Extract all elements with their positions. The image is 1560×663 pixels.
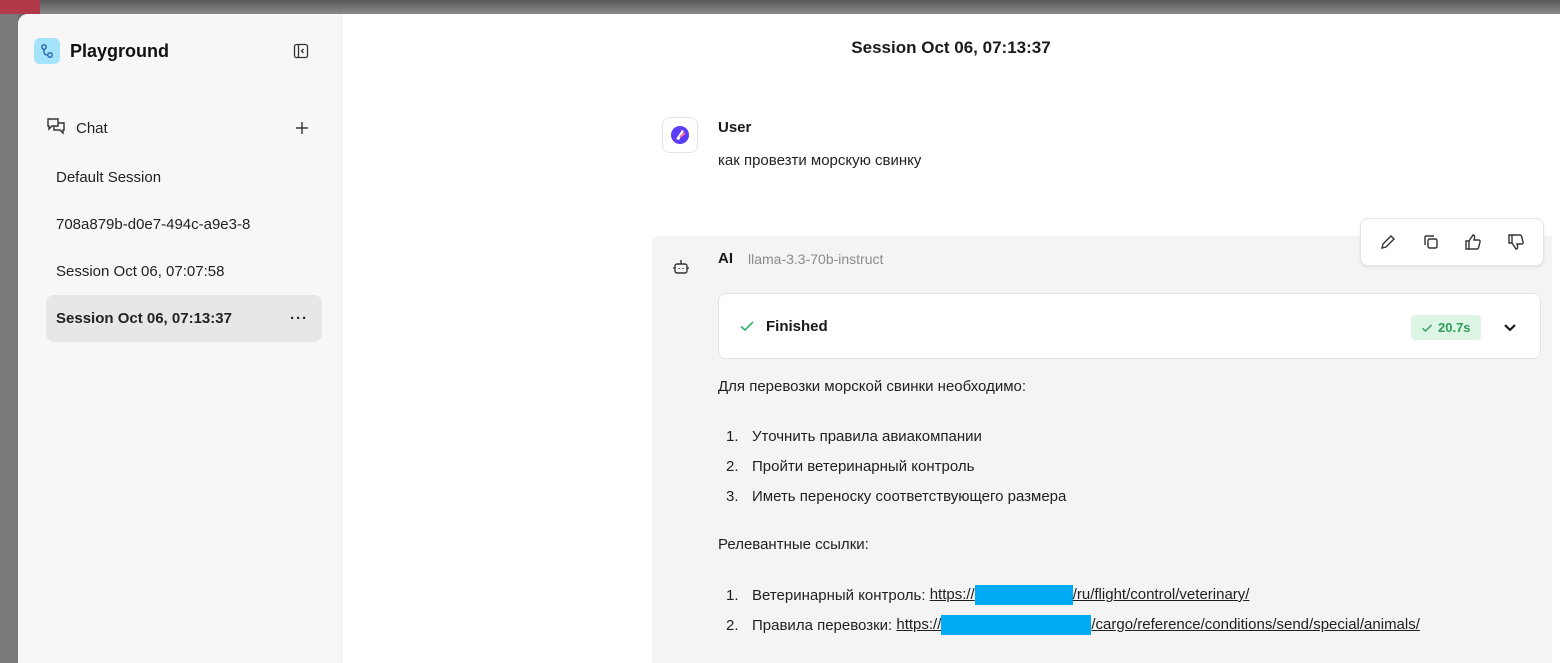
session-item[interactable]: Session Oct 06, 07:07:58 [46, 248, 322, 295]
session-label: Default Session [56, 169, 162, 186]
list-number: 2. [726, 616, 739, 634]
chevron-down-icon[interactable] [1500, 317, 1520, 337]
brand-title: Playground [70, 40, 170, 61]
status-label: Finished [766, 318, 828, 335]
user-message-text: как провезти морскую свинку [718, 152, 922, 169]
link-suffix: /cargo/reference/conditions/send/special… [1091, 615, 1420, 633]
edit-icon[interactable] [1376, 230, 1400, 254]
page-title: Session Oct 06, 07:13:37 [851, 38, 1051, 57]
reasoning-status-card[interactable]: Finished 20.7s [718, 293, 1541, 359]
session-label: 708a879b-d0e7-494c-a9e3-8 [56, 216, 251, 233]
avatar-icon [662, 117, 698, 153]
link-prefix: https:// [896, 615, 942, 633]
sidebar: Playground Chat Default Session 708a879b… [18, 14, 342, 663]
list-text: Пройти ветеринарный контроль [752, 457, 975, 475]
workflow-icon [34, 38, 60, 64]
ai-author: AI [718, 250, 733, 267]
redacted-domain [974, 585, 1073, 605]
session-list: Default Session 708a879b-d0e7-494c-a9e3-… [46, 154, 322, 342]
link-prefix: https:// [929, 585, 975, 603]
duration-value: 20.7s [1438, 320, 1471, 335]
browser-top-strip [0, 0, 1560, 14]
session-item[interactable]: Default Session [46, 154, 322, 201]
check-icon [739, 318, 755, 339]
session-label: Session Oct 06, 07:07:58 [56, 263, 225, 280]
link-suffix: /ru/flight/control/veterinary/ [1072, 585, 1250, 603]
brand: Playground [34, 38, 169, 64]
message-toolbar [1360, 218, 1544, 266]
list-number: 1. [726, 427, 739, 445]
more-icon[interactable]: ··· [290, 310, 308, 327]
cargo-rules-link[interactable]: https:// /cargo/reference/conditions/send… [896, 615, 1420, 635]
link-label: Правила перевозки: [752, 616, 893, 634]
link-label: Ветеринарный контроль: [752, 586, 926, 604]
chat-section-header: Chat [46, 116, 312, 140]
session-item-active[interactable]: Session Oct 06, 07:13:37 ··· [46, 295, 322, 342]
redacted-domain [941, 615, 1092, 635]
bot-icon [670, 256, 692, 278]
browser-tab-accent [0, 0, 40, 14]
steps-list: 1. Уточнить правила авиакомпании 2. Пройти… [718, 421, 1548, 511]
thumbs-down-icon[interactable] [1504, 230, 1528, 254]
backdrop-edge [0, 14, 18, 663]
duration-badge: 20.7s [1411, 315, 1481, 340]
list-number: 2. [726, 457, 739, 475]
list-number: 1. [726, 586, 739, 604]
chat-icon [46, 117, 66, 140]
veterinary-link[interactable]: https:// /ru/flight/control/veterinary/ [929, 585, 1250, 605]
list-item: 3. Иметь переноску соответствующего разме… [718, 481, 1548, 511]
links-list: 1. Ветеринарный контроль: https:// /ru/fl… [718, 580, 1548, 640]
sidebar-collapse-icon[interactable] [291, 41, 311, 61]
chat-main: Session Oct 06, 07:13:37 User как провез… [342, 14, 1560, 663]
session-label: Session Oct 06, 07:13:37 [56, 310, 232, 327]
plus-icon [296, 122, 308, 134]
list-number: 3. [726, 487, 739, 505]
copy-icon[interactable] [1419, 230, 1443, 254]
list-item: 2. Правила перевозки: https:// /cargo/ref… [718, 610, 1548, 640]
answer-intro: Для перевозки морской свинки необходимо: [718, 378, 1027, 395]
list-item: 1. Уточнить правила авиакомпании [718, 421, 1548, 451]
new-chat-button[interactable] [292, 118, 312, 138]
list-text: Уточнить правила авиакомпании [752, 427, 982, 445]
ai-answer: Для перевозки морской свинки необходимо:… [718, 378, 1548, 640]
list-text: Иметь переноску соответствующего размера [752, 487, 1067, 505]
links-heading: Релевантные ссылки: [718, 536, 869, 553]
chat-label: Chat [76, 119, 108, 137]
list-item: 1. Ветеринарный контроль: https:// /ru/fl… [718, 580, 1548, 610]
user-author: User [718, 119, 752, 136]
session-item[interactable]: 708a879b-d0e7-494c-a9e3-8 [46, 201, 322, 248]
playground-app: Playground Chat Default Session 708a879b… [18, 14, 1560, 663]
ai-model-name: llama-3.3-70b-instruct [748, 251, 884, 267]
thumbs-up-icon[interactable] [1461, 230, 1485, 254]
list-item: 2. Пройти ветеринарный контроль [718, 451, 1548, 481]
check-icon [1422, 324, 1432, 332]
